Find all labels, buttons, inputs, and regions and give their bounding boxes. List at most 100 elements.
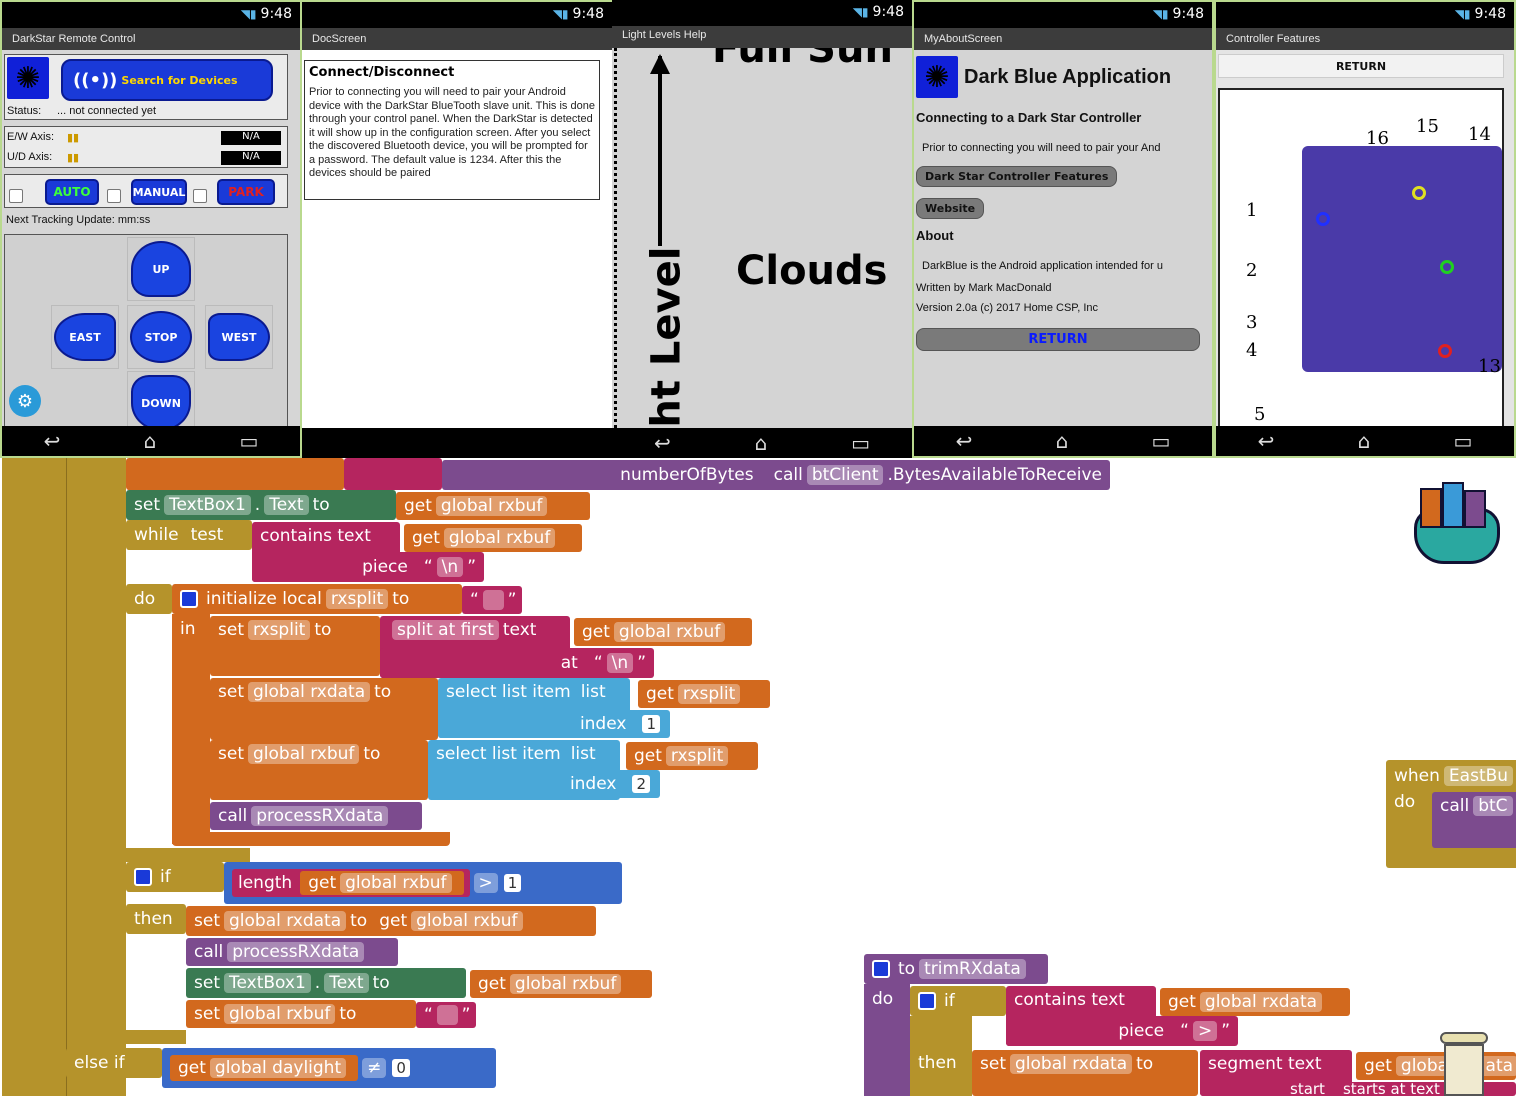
initialize-local-block[interactable]: initialize local rxsplit to: [172, 584, 462, 614]
mutator-gear-icon[interactable]: [918, 992, 936, 1010]
empty-string-block[interactable]: “ ”: [462, 586, 522, 614]
return-button[interactable]: RETURN: [1218, 54, 1504, 78]
index-socket[interactable]: index 1: [438, 710, 670, 738]
blk-dropdown[interactable]: processRXdata: [251, 806, 389, 826]
trim-rxdata-procedure[interactable]: to trimRXdata: [864, 954, 1048, 984]
get-rxsplit-block[interactable]: get rxsplit: [638, 680, 770, 708]
blk-dropdown[interactable]: global rxbuf: [435, 496, 548, 516]
home-icon[interactable]: ⌂: [755, 431, 768, 455]
blk-dropdown[interactable]: global daylight: [209, 1058, 347, 1078]
recents-icon[interactable]: ▭: [1151, 429, 1170, 453]
blk-dropdown[interactable]: rxsplit: [677, 684, 741, 704]
blk-dropdown[interactable]: global rxbuf: [509, 974, 622, 994]
length-block[interactable]: length get global rxbuf: [232, 869, 470, 897]
back-icon[interactable]: ↩: [956, 429, 973, 453]
number-of-bytes-block[interactable]: numberOfBytes call btClient .BytesAvaila…: [442, 460, 1110, 490]
features-button[interactable]: Dark Star Controller Features: [916, 166, 1118, 187]
blk-dropdown[interactable]: btClient: [806, 465, 884, 485]
up-button[interactable]: UP: [131, 241, 191, 297]
blk-number[interactable]: 2: [632, 775, 650, 793]
blk-dropdown[interactable]: global rxbuf: [247, 744, 360, 764]
blk-dropdown[interactable]: >: [473, 873, 498, 893]
blk-dropdown[interactable]: global rxbuf: [340, 873, 452, 893]
blk-dropdown[interactable]: btC: [1473, 796, 1513, 816]
set-rxdata-block[interactable]: set global rxdata to get global rxbuf: [186, 906, 596, 936]
get-rxbuf-block[interactable]: get global rxbuf: [396, 492, 590, 520]
search-devices-button[interactable]: ((•)) Search for Devices: [61, 59, 273, 101]
down-button[interactable]: DOWN: [131, 375, 191, 426]
back-icon[interactable]: ↩: [44, 429, 61, 453]
blk-dropdown[interactable]: rxsplit: [247, 620, 311, 640]
backpack-icon[interactable]: [1406, 478, 1506, 568]
while-block[interactable]: while test: [126, 520, 252, 550]
blk-dropdown[interactable]: global rxdata: [247, 682, 371, 702]
get-rxsplit-block[interactable]: get rxsplit: [626, 742, 758, 770]
blk-number[interactable]: 0: [392, 1059, 410, 1077]
mutator-gear-icon[interactable]: [180, 590, 198, 608]
set-rxbuf-block[interactable]: set global rxbuf to: [210, 740, 428, 800]
west-button[interactable]: WEST: [208, 313, 270, 361]
blk-dropdown[interactable]: TextBox1: [163, 495, 251, 515]
blk-dropdown[interactable]: split at first: [392, 620, 499, 640]
blk-dropdown[interactable]: global rxdata: [223, 911, 347, 931]
set-textbox-block[interactable]: set TextBox1 . Text to: [126, 490, 396, 520]
recents-icon[interactable]: ▭: [851, 431, 870, 455]
set-rxdata-block[interactable]: set global rxdata to: [972, 1050, 1198, 1096]
back-icon[interactable]: ↩: [1258, 429, 1275, 453]
blk-dropdown[interactable]: global rxbuf: [443, 528, 556, 548]
mutator-gear-icon[interactable]: [872, 960, 890, 978]
recents-icon[interactable]: ▭: [1453, 429, 1472, 453]
back-icon[interactable]: ↩: [654, 431, 671, 455]
blk-dropdown[interactable]: global rxbuf: [613, 622, 726, 642]
get-rxbuf-block[interactable]: get global rxbuf: [300, 871, 464, 895]
blocks-workspace[interactable]: numberOfBytes call btClient .BytesAvaila…: [0, 458, 1516, 1096]
empty-string-block[interactable]: “ ”: [416, 1002, 476, 1028]
blk-dropdown[interactable]: TextBox1: [223, 973, 311, 993]
compare-block[interactable]: length get global rxbuf > 1: [224, 862, 622, 904]
set-rxdata-block[interactable]: set global rxdata to: [210, 678, 438, 740]
top-orange-block[interactable]: [126, 458, 344, 490]
get-rxbuf-block[interactable]: get global rxbuf: [404, 524, 582, 552]
blk-text-field[interactable]: \n: [606, 653, 634, 673]
blk-dropdown[interactable]: rxsplit: [665, 746, 729, 766]
recents-icon[interactable]: ▭: [239, 429, 258, 453]
if-block[interactable]: if: [126, 862, 224, 892]
east-button[interactable]: EAST: [54, 313, 116, 361]
piece-socket[interactable]: piece “>”: [1006, 1016, 1238, 1046]
home-icon[interactable]: ⌂: [1358, 429, 1371, 453]
get-rxdata-block[interactable]: get global rxdata: [1160, 988, 1350, 1016]
top-mag-block[interactable]: [344, 458, 442, 490]
home-icon[interactable]: ⌂: [144, 429, 157, 453]
mutator-gear-icon[interactable]: [134, 868, 152, 886]
at-socket[interactable]: at “\n”: [380, 648, 654, 678]
blk-text-field[interactable]: >: [1192, 1021, 1218, 1041]
blk-number[interactable]: 1: [642, 715, 660, 733]
blk-dropdown[interactable]: global rxbuf: [411, 911, 523, 931]
blk-dropdown[interactable]: Text: [264, 495, 309, 515]
get-rxbuf-block[interactable]: get global rxbuf: [470, 970, 652, 998]
call-process-block[interactable]: call processRXdata: [186, 938, 398, 966]
blk-dropdown[interactable]: global rxdata: [1009, 1054, 1133, 1074]
auto-button[interactable]: AUTO: [45, 179, 99, 205]
park-button[interactable]: PARK: [217, 179, 275, 205]
blk-text-field[interactable]: rxsplit: [325, 589, 389, 609]
blk-dropdown[interactable]: Text: [324, 973, 369, 993]
call-bt-block[interactable]: call btC: [1432, 792, 1516, 848]
website-button[interactable]: Website: [916, 198, 985, 219]
set-rxsplit-block[interactable]: set rxsplit to: [210, 616, 380, 676]
auto-checkbox[interactable]: [9, 189, 23, 203]
get-rxbuf-block[interactable]: get global rxbuf: [574, 618, 752, 646]
blk-dropdown[interactable]: processRXdata: [227, 942, 365, 962]
set-textbox-block[interactable]: set TextBox1 . Text to: [186, 968, 466, 998]
manual-button[interactable]: MANUAL: [131, 179, 187, 205]
park-checkbox[interactable]: [193, 189, 207, 203]
stop-button[interactable]: STOP: [130, 311, 192, 363]
blk-text-field[interactable]: trimRXdata: [919, 959, 1026, 979]
set-rxbuf-block[interactable]: set global rxbuf to: [186, 1000, 416, 1028]
blk-text-field[interactable]: \n: [436, 557, 464, 577]
manual-checkbox[interactable]: [107, 189, 121, 203]
home-icon[interactable]: ⌂: [1056, 429, 1069, 453]
get-daylight-block[interactable]: get global daylight: [170, 1055, 359, 1081]
index-socket[interactable]: index 2: [428, 770, 660, 798]
blk-dropdown[interactable]: global rxbuf: [223, 1004, 336, 1024]
